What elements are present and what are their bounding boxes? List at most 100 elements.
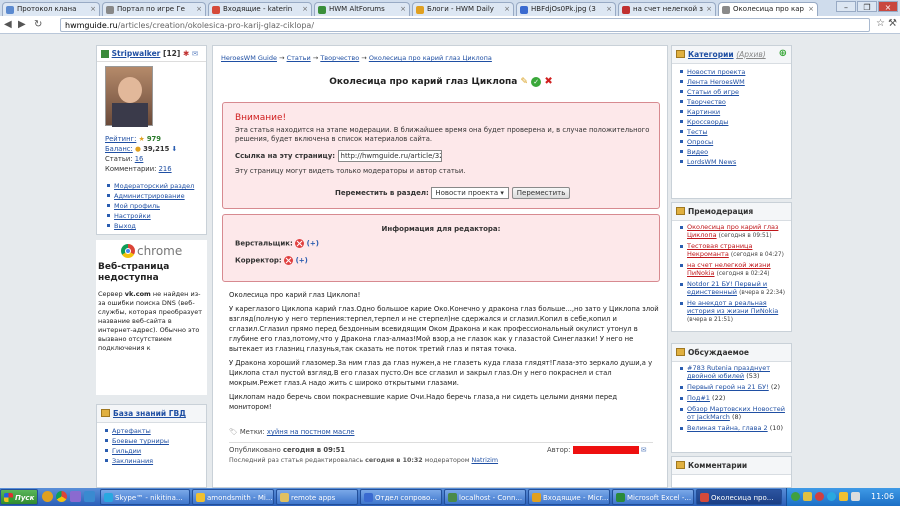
tray-icon[interactable] [839,492,848,501]
tray-icon[interactable] [827,492,836,501]
volume-icon[interactable] [851,492,860,501]
gear-icon[interactable]: ✱ [183,49,189,58]
close-icon[interactable]: × [400,5,406,13]
discussed-item[interactable]: Под#1 (22) [680,394,787,402]
window-close-button[interactable]: × [878,1,898,12]
close-icon[interactable]: × [706,5,712,13]
close-icon[interactable]: × [196,5,202,13]
tab-5[interactable]: Блоги - HWM Daily × [412,2,514,16]
back-icon[interactable]: ◀ [4,19,12,30]
remove-icon[interactable] [284,256,294,265]
discussed-item[interactable]: Обзор Мартовских Новостей от JackMarch (… [680,405,787,421]
move-row: Переместить в раздел: Новости проекта ▾ … [335,187,571,199]
forward-icon[interactable]: ▶ [18,19,26,30]
tab-4[interactable]: HWM AltForums × [314,2,410,16]
link-admin[interactable]: Администрирование [107,191,194,201]
breadcrumb: HeroesWM Guide → Статьи → Творчество → О… [221,54,492,62]
premod-item[interactable]: Notdor 21 БУ! Первый и единственный (вче… [680,280,787,297]
section-select[interactable]: Новости проекта ▾ [431,187,510,199]
category-item[interactable]: Статьи об игре [680,87,787,97]
tab-8-active[interactable]: Околесица про кар × [718,2,818,16]
quicklaunch-icon[interactable] [70,491,81,502]
move-button[interactable]: Переместить [511,187,571,199]
delete-icon[interactable]: ✖ [544,76,552,87]
edit-icon[interactable]: ✎ [521,77,529,87]
task-8-active[interactable]: Околесица про... [696,489,782,505]
category-item[interactable]: Лента HeroesWM [680,77,787,87]
task-6[interactable]: Входящие - Micr... [528,489,610,505]
premod-item[interactable]: Не анекдот а реальная история из жизни П… [680,299,787,324]
wrench-icon[interactable]: ⚒ [888,18,897,29]
discussed-list: #783 Rutenia празднует двойной юбилей (5… [672,362,791,432]
kb-item[interactable]: Заклинания [105,456,202,466]
url-input[interactable]: hwmguide.ru/articles/creation/okolesica-… [60,18,870,32]
tray-icon[interactable] [791,492,800,501]
reload-icon[interactable]: ↻ [34,19,42,30]
mail-icon[interactable]: ✉ [192,49,198,58]
task-2[interactable]: amondsmith - Mi... [192,489,274,505]
maximize-button[interactable]: ❐ [857,1,877,12]
tag-link[interactable]: хуйня на постном масле [267,428,355,436]
moderator-link[interactable]: Natrizim [471,457,498,464]
chrome-quicklaunch-icon[interactable] [56,491,67,502]
minimize-button[interactable]: – [836,1,856,12]
mail-icon[interactable]: ✉ [641,446,647,454]
premod-item[interactable]: на счет нелегкой жизни ПиNokia (сегодня … [680,261,787,278]
add-icon[interactable]: ⊕ [779,48,787,59]
tray-icon[interactable] [815,492,824,501]
category-item[interactable]: Опросы [680,137,787,147]
task-skype[interactable]: Skype™ - nikitina... [100,489,190,505]
tab-3[interactable]: Входящие - katerin × [208,2,312,16]
remove-icon[interactable] [295,239,305,248]
user-panel: Stripwalker [12] ✱ ✉ Рейтинг: ★ 979 Бала… [96,45,207,235]
add-icon[interactable]: (+) [307,240,319,248]
task-5[interactable]: localhost - Conn... [444,489,526,505]
category-item[interactable]: Творчество [680,97,787,107]
premod-item[interactable]: Околесица про карий глаз Циклопа (сегодн… [680,223,787,240]
discussed-item[interactable]: Великая тайна, глава 2 (10) [680,424,787,432]
page-link-input[interactable]: http://hwmguide.ru/article/3269/ [337,150,442,162]
discussed-item[interactable]: Первый герой на 21 БУ! (2) [680,383,787,391]
link-moderation[interactable]: Модераторский раздел [107,181,194,191]
add-icon[interactable]: (+) [296,257,308,265]
close-icon[interactable]: × [808,5,814,13]
task-7[interactable]: Microsoft Excel -... [612,489,694,505]
kb-item[interactable]: Боевые турниры [105,436,202,446]
start-button[interactable]: Пуск [0,489,38,505]
star-icon[interactable]: ☆ [876,18,885,29]
link-profile[interactable]: Мой профиль [107,201,194,211]
clock[interactable]: 11:06 [871,492,894,501]
tab-1[interactable]: Протокол клана × [2,2,100,16]
username[interactable]: Stripwalker [112,49,161,58]
close-icon[interactable]: × [302,5,308,13]
link-settings[interactable]: Настройки [107,211,194,221]
close-icon[interactable]: × [90,5,96,13]
link-logout[interactable]: Выход [107,221,194,231]
tab-2[interactable]: Портал по игре Ге × [102,2,206,16]
tab-7[interactable]: на счет нелегкой з × [618,2,716,16]
close-icon[interactable]: × [504,5,510,13]
download-icon[interactable]: ⬇ [172,145,178,153]
tab-6[interactable]: HBFdjOs0Pk.jpg (3 × [516,2,616,16]
category-item[interactable]: Тесты [680,127,787,137]
quicklaunch-icon[interactable] [84,491,95,502]
close-icon[interactable]: × [606,5,612,13]
layout-row: Верстальщик: (+) [235,239,319,248]
category-item[interactable]: Новости проекта [680,67,787,77]
tray-icon[interactable] [803,492,812,501]
approve-icon[interactable]: ✓ [531,76,542,87]
category-item[interactable]: Кроссворды [680,117,787,127]
kb-item[interactable]: Гильдии [105,446,202,456]
tab-favicon [318,6,326,14]
premod-item[interactable]: Тестовая страница Некроманта (сегодня в … [680,242,787,259]
category-item[interactable]: Видео [680,147,787,157]
task-4[interactable]: Отдел сопрово... [360,489,442,505]
kb-item[interactable]: Артефакты [105,426,202,436]
task-3[interactable]: remote apps [276,489,358,505]
category-item[interactable]: LordsWM News [680,157,787,167]
tab-strip: Протокол клана × Портал по игре Ге × Входя… [0,0,900,16]
discussed-item[interactable]: #783 Rutenia празднует двойной юбилей (5… [680,364,787,380]
quicklaunch-icon[interactable] [42,491,53,502]
avatar[interactable] [105,66,153,127]
category-item[interactable]: Картинки [680,107,787,117]
